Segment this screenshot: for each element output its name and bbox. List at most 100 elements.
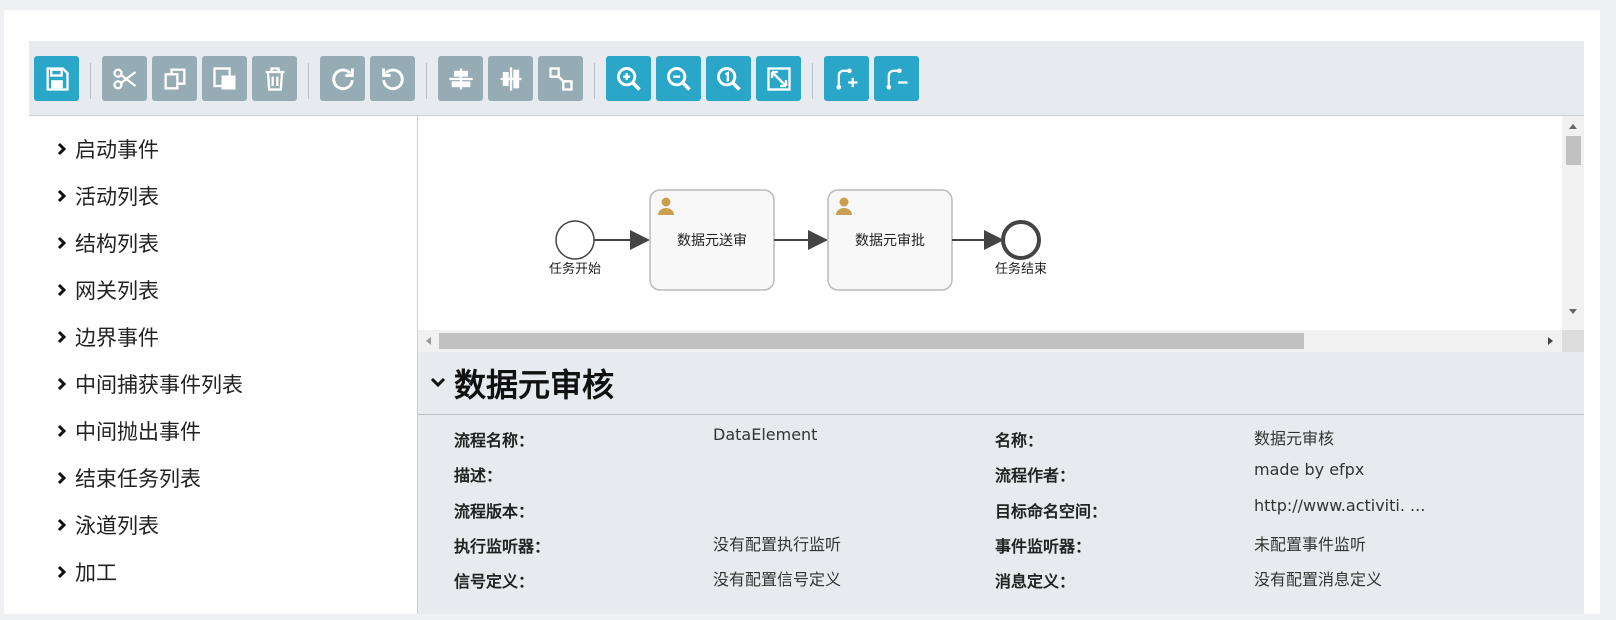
palette-group-label: 活动列表	[75, 185, 159, 209]
delete-button[interactable]	[252, 56, 297, 101]
chevron-right-icon	[57, 518, 67, 532]
palette-group-end-events[interactable]: 结束任务列表	[56, 463, 201, 493]
toolbar-separator	[812, 63, 813, 99]
cut-button[interactable]	[102, 56, 147, 101]
diagram-canvas[interactable]: 任务开始 数据元送审 数据元审批 任务结束	[418, 116, 1562, 352]
event-listeners-value[interactable]: 未配置事件监听	[1254, 531, 1366, 555]
zoom-in-icon	[616, 66, 641, 91]
palette-group-structural[interactable]: 结构列表	[56, 228, 159, 258]
chevron-right-icon	[57, 283, 67, 297]
chevron-right-icon	[57, 189, 67, 203]
palette-group-label: 启动事件	[75, 138, 159, 162]
chevron-right-icon	[57, 330, 67, 344]
same-size-icon	[548, 66, 573, 91]
undo-button[interactable]	[370, 56, 415, 101]
palette-group-label: 加工	[75, 561, 117, 585]
delete-icon	[265, 66, 284, 91]
palette-group-boundary-events[interactable]: 边界事件	[56, 322, 159, 352]
message-definitions-label: 消息定义：	[995, 572, 1076, 591]
align-vertical-icon	[448, 68, 473, 89]
toolbar-separator	[308, 63, 309, 99]
paste-icon	[212, 66, 235, 89]
remove-bendpoint-icon	[886, 68, 907, 89]
execution-listeners-value[interactable]: 没有配置执行监听	[713, 531, 841, 555]
save-button[interactable]	[34, 56, 79, 101]
signal-definitions-label: 信号定义：	[454, 572, 535, 591]
palette-group-label: 网关列表	[75, 279, 159, 303]
chevron-right-icon	[57, 377, 67, 391]
palette-group-label: 结束任务列表	[75, 467, 201, 491]
task-label: 数据元审批	[855, 233, 925, 249]
vertical-scroll-thumb[interactable]	[1566, 136, 1581, 165]
redo-button[interactable]	[320, 56, 365, 101]
horizontal-scroll-thumb[interactable]	[439, 333, 1304, 349]
palette-group-processing[interactable]: 加工	[56, 557, 117, 587]
execution-listeners-label: 执行监听器：	[454, 537, 551, 556]
chevron-right-icon	[57, 471, 67, 485]
scroll-right-icon[interactable]	[1545, 330, 1557, 352]
toolbar	[29, 41, 1584, 116]
process-author-label: 流程作者：	[995, 466, 1076, 485]
same-size-button[interactable]	[538, 56, 583, 101]
process-diagram: 任务开始 数据元送审 数据元审批 任务结束	[549, 189, 1047, 291]
zoom-out-button[interactable]	[656, 56, 701, 101]
palette-group-gateways[interactable]: 网关列表	[56, 275, 159, 305]
zoom-in-button[interactable]	[606, 56, 651, 101]
copy-icon	[164, 68, 185, 90]
signal-definitions-value[interactable]: 没有配置信号定义	[713, 566, 841, 590]
process-name-value[interactable]: DataElement	[713, 425, 817, 444]
description-label: 描述：	[454, 466, 503, 485]
save-icon	[46, 66, 69, 91]
horizontal-scrollbar[interactable]	[418, 330, 1562, 352]
zoom-out-icon	[666, 66, 691, 91]
chevron-right-icon	[57, 236, 67, 250]
start-event[interactable]	[555, 220, 595, 260]
palette-group-label: 中间捕获事件列表	[75, 373, 243, 397]
zoom-actual-icon	[716, 66, 741, 91]
remove-bendpoint-button[interactable]	[874, 56, 919, 101]
end-event[interactable]	[1001, 220, 1041, 260]
toolbar-separator	[90, 63, 91, 99]
palette-group-label: 泳道列表	[75, 514, 159, 538]
zoom-fit-button[interactable]	[756, 56, 801, 101]
scrollbar-corner	[1562, 330, 1584, 352]
process-author-value[interactable]: made by efpx	[1254, 460, 1364, 479]
end-event-label: 任务结束	[995, 261, 1047, 277]
scroll-up-icon[interactable]	[1562, 120, 1584, 132]
redo-icon	[331, 68, 354, 90]
undo-icon	[381, 68, 404, 90]
properties-title: 数据元审核	[454, 366, 615, 404]
chevron-down-icon	[430, 377, 446, 388]
zoom-actual-button[interactable]	[706, 56, 751, 101]
task-label: 数据元送审	[677, 233, 747, 249]
palette-group-swimlanes[interactable]: 泳道列表	[56, 510, 159, 540]
message-definitions-value[interactable]: 没有配置消息定义	[1254, 566, 1382, 590]
toolbar-separator	[426, 63, 427, 99]
palette-group-intermediate-throw[interactable]: 中间抛出事件	[56, 416, 201, 446]
toolbar-separator	[594, 63, 595, 99]
name-label: 名称：	[995, 431, 1044, 450]
name-value[interactable]: 数据元审核	[1254, 425, 1334, 449]
scroll-left-icon[interactable]	[422, 330, 434, 352]
align-horizontal-icon	[500, 66, 521, 91]
align-horizontal-button[interactable]	[488, 56, 533, 101]
cut-icon	[112, 68, 136, 90]
palette-group-start-events[interactable]: 启动事件	[56, 134, 159, 164]
scroll-down-icon[interactable]	[1562, 306, 1584, 318]
copy-button[interactable]	[152, 56, 197, 101]
process-name-label: 流程名称：	[454, 431, 535, 450]
target-namespace-value[interactable]: http://www.activiti. ...	[1254, 496, 1425, 515]
chevron-right-icon	[57, 565, 67, 579]
align-vertical-button[interactable]	[438, 56, 483, 101]
properties-header[interactable]: 数据元审核	[418, 352, 1584, 415]
palette-sidebar: 启动事件 活动列表 结构列表 网关列表 边界事件 中间捕获事件列表 中间抛出事件…	[29, 116, 418, 614]
palette-group-label: 结构列表	[75, 232, 159, 256]
palette-group-activities[interactable]: 活动列表	[56, 181, 159, 211]
vertical-scrollbar[interactable]	[1562, 116, 1584, 352]
chevron-right-icon	[57, 142, 67, 156]
properties-panel: 数据元审核 流程名称： DataElement 名称： 数据元审核 描述： 流程…	[418, 352, 1584, 614]
palette-group-intermediate-catch[interactable]: 中间捕获事件列表	[56, 369, 243, 399]
add-bendpoint-button[interactable]	[824, 56, 869, 101]
paste-button[interactable]	[202, 56, 247, 101]
process-version-label: 流程版本：	[454, 502, 535, 521]
